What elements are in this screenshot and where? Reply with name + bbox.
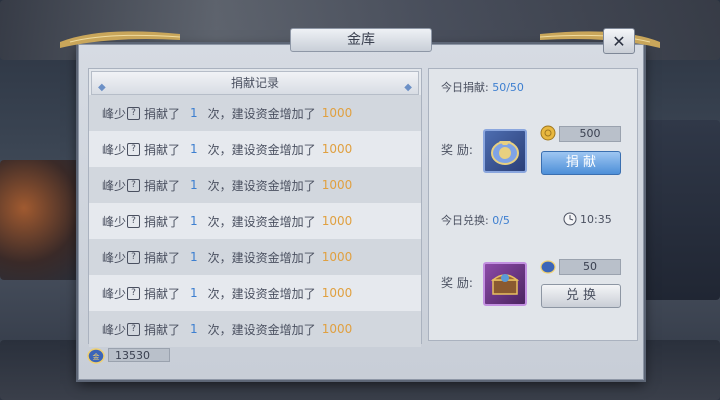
record-action: 捐献了 [144, 322, 181, 337]
window-title: 金库 [290, 28, 432, 52]
record-amount: 1000 [321, 106, 353, 120]
donate-cost: 500 [539, 125, 623, 142]
record-amount: 1000 [321, 322, 353, 336]
exchange-count: 0/5 [492, 214, 510, 227]
question-icon: ? [127, 214, 141, 228]
donate-reward-label: 奖 励: [441, 143, 473, 157]
background-lantern [0, 160, 80, 280]
exchange-button[interactable]: 兑 换 [541, 284, 621, 308]
record-count: 1 [190, 178, 198, 192]
clock-icon [563, 212, 577, 226]
refresh-timer: 10:35 [563, 212, 612, 226]
fund-value: 13530 [108, 348, 170, 362]
timer-value: 10:35 [580, 212, 612, 226]
record-count: 1 [190, 214, 198, 228]
question-icon: ? [127, 178, 141, 192]
close-button[interactable]: ✕ [603, 28, 635, 54]
record-count: 1 [190, 286, 198, 300]
fund-coin-small-icon [540, 260, 556, 274]
question-icon: ? [127, 142, 141, 156]
svg-text:金: 金 [93, 352, 100, 361]
record-count: 1 [190, 250, 198, 264]
record-amount: 1000 [321, 142, 353, 156]
player-name: 峰少 [102, 106, 127, 121]
record-count: 1 [190, 106, 198, 120]
treasure-chest-item[interactable] [483, 262, 527, 306]
donate-button[interactable]: 捐 献 [541, 151, 621, 175]
record-text: 次，建设资金增加了 [207, 106, 316, 121]
record-amount: 1000 [321, 214, 353, 228]
record-action: 捐献了 [144, 106, 181, 121]
record-text: 次，建设资金增加了 [207, 286, 316, 301]
record-row: 峰少? 捐献了 1 次，建设资金增加了 1000 [89, 203, 421, 239]
donate-count: 50/50 [492, 81, 524, 94]
record-text: 次，建设资金增加了 [207, 250, 316, 265]
close-icon: ✕ [612, 31, 626, 51]
record-count: 1 [190, 322, 198, 336]
question-icon: ? [127, 106, 141, 120]
record-amount: 1000 [321, 178, 353, 192]
record-row: 峰少? 捐献了 1 次，建设资金增加了 1000 [89, 275, 421, 311]
left-wing-ornament [60, 31, 180, 48]
treasure-chest-icon [490, 274, 520, 295]
right-wing-ornament [540, 31, 660, 48]
fund-bag-item[interactable] [483, 129, 527, 173]
record-action: 捐献了 [144, 142, 181, 157]
background-wall [640, 120, 720, 300]
donation-record-list: 峰少? 捐献了 1 次，建设资金增加了 1000 峰少? 捐献了 1 次，建设资金增加了 1000… [89, 95, 421, 347]
player-name: 峰少 [102, 214, 127, 229]
exchange-cost-value: 50 [559, 259, 621, 275]
record-row: 峰少? 捐献了 1 次，建设资金增加了 1000 [89, 167, 421, 203]
exchange-reward-label: 奖 励: [441, 276, 473, 290]
record-amount: 1000 [321, 250, 353, 264]
record-row: 峰少? 捐献了 1 次，建设资金增加了 1000 [89, 311, 421, 347]
donation-record-title: 捐献记录 [230, 76, 279, 90]
donation-record-panel: ◆ 捐献记录 ◆ 峰少? 捐献了 1 次，建设资金增加了 1000 峰少? 捐献了 1 次，建设… [88, 68, 422, 347]
record-text: 次，建设资金增加了 [207, 214, 316, 229]
record-text: 次，建设资金增加了 [207, 142, 316, 157]
player-name: 峰少 [102, 142, 127, 157]
donate-count-row: 今日捐献: 50/50 [429, 69, 637, 105]
player-name: 峰少 [102, 286, 127, 301]
record-action: 捐献了 [144, 250, 181, 265]
donate-label: 今日捐献: [441, 81, 489, 94]
player-name: 峰少 [102, 322, 127, 337]
question-icon: ? [127, 250, 141, 264]
gold-coin-icon [540, 125, 556, 141]
exchange-cost: 50 [539, 258, 623, 275]
record-action: 捐献了 [144, 214, 181, 229]
player-name: 峰少 [102, 178, 127, 193]
record-amount: 1000 [321, 286, 353, 300]
player-name: 峰少 [102, 250, 127, 265]
record-action: 捐献了 [144, 286, 181, 301]
fund-coin-icon: 金 [87, 348, 105, 364]
exchange-label: 今日兑换: [441, 214, 489, 227]
donation-record-header: ◆ 捐献记录 ◆ [91, 71, 419, 95]
question-icon: ? [127, 286, 141, 300]
record-row: 峰少? 捐献了 1 次，建设资金增加了 1000 [89, 95, 421, 131]
record-row: 峰少? 捐献了 1 次，建设资金增加了 1000 [89, 239, 421, 275]
record-action: 捐献了 [144, 178, 181, 193]
fund-bag-icon [491, 141, 519, 165]
construction-fund: 金 13530 [86, 346, 176, 364]
record-text: 次，建设资金增加了 [207, 178, 316, 193]
record-text: 次，建设资金增加了 [207, 322, 316, 337]
donate-cost-value: 500 [559, 126, 621, 142]
record-count: 1 [190, 142, 198, 156]
record-row: 峰少? 捐献了 1 次，建设资金增加了 1000 [89, 131, 421, 167]
exchange-section: 今日兑换: 0/5 10:35 奖 励: 50 兑 换 [428, 204, 638, 341]
question-icon: ? [127, 322, 141, 336]
